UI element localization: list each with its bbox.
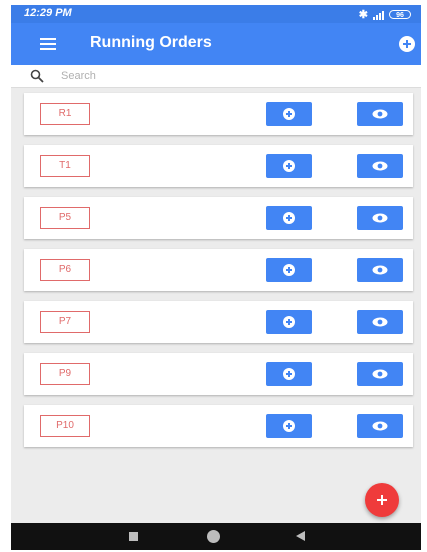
hamburger-menu-icon[interactable] [40,38,56,50]
eye-icon [372,369,388,379]
status-bar: 12:29 PM ✱ 96 [11,5,421,23]
view-order-button[interactable] [357,206,403,230]
order-card: R1 [24,93,413,135]
battery-icon: 96 [389,10,411,19]
add-item-button[interactable] [266,154,312,178]
eye-icon [372,317,388,327]
add-order-fab[interactable] [365,483,399,517]
eye-icon [372,109,388,119]
plus-circle-icon [283,264,295,276]
plus-circle-icon [283,108,295,120]
back-triangle-icon[interactable] [296,531,305,541]
plus-circle-icon [283,212,295,224]
page-title: Running Orders [90,34,212,51]
add-item-button[interactable] [266,310,312,334]
order-table-label[interactable]: P6 [40,259,90,281]
order-table-label[interactable]: P7 [40,311,90,333]
system-nav-bar [11,523,421,550]
order-table-label[interactable]: P9 [40,363,90,385]
order-card: P6 [24,249,413,291]
view-order-button[interactable] [357,102,403,126]
plus-circle-icon [283,160,295,172]
eye-icon [372,421,388,431]
plus-circle-icon [283,420,295,432]
view-order-button[interactable] [357,414,403,438]
home-circle-icon[interactable] [207,530,220,543]
view-order-button[interactable] [357,310,403,334]
order-card: T1 [24,145,413,187]
status-icons: ✱ 96 [359,8,411,21]
plus-circle-icon [283,368,295,380]
view-order-button[interactable] [357,154,403,178]
eye-icon [372,265,388,275]
add-item-button[interactable] [266,102,312,126]
view-order-button[interactable] [357,258,403,282]
order-card: P9 [24,353,413,395]
add-item-button[interactable] [266,362,312,386]
view-order-button[interactable] [357,362,403,386]
status-time: 12:29 PM [24,7,72,19]
eye-icon [372,213,388,223]
add-item-button[interactable] [266,258,312,282]
add-item-button[interactable] [266,206,312,230]
app-bar: Running Orders [11,23,421,65]
signal-icon [373,10,384,20]
recent-apps-square-icon[interactable] [129,532,138,541]
header-add-button[interactable] [399,36,415,52]
search-bar [11,65,421,88]
eye-icon [372,161,388,171]
order-table-label[interactable]: T1 [40,155,90,177]
phone-screen: 12:29 PM ✱ 96 Running Orders R1 [11,5,421,550]
order-card: P7 [24,301,413,343]
add-item-button[interactable] [266,414,312,438]
bluetooth-icon: ✱ [358,9,368,21]
search-icon [30,69,44,83]
order-table-label[interactable]: P5 [40,207,90,229]
search-input[interactable] [61,67,401,85]
order-list: R1 T1 P5 P6 P7 P9 P10 [24,93,413,457]
order-table-label[interactable]: R1 [40,103,90,125]
plus-circle-icon [283,316,295,328]
order-card: P10 [24,405,413,447]
order-table-label[interactable]: P10 [40,415,90,437]
order-card: P5 [24,197,413,239]
